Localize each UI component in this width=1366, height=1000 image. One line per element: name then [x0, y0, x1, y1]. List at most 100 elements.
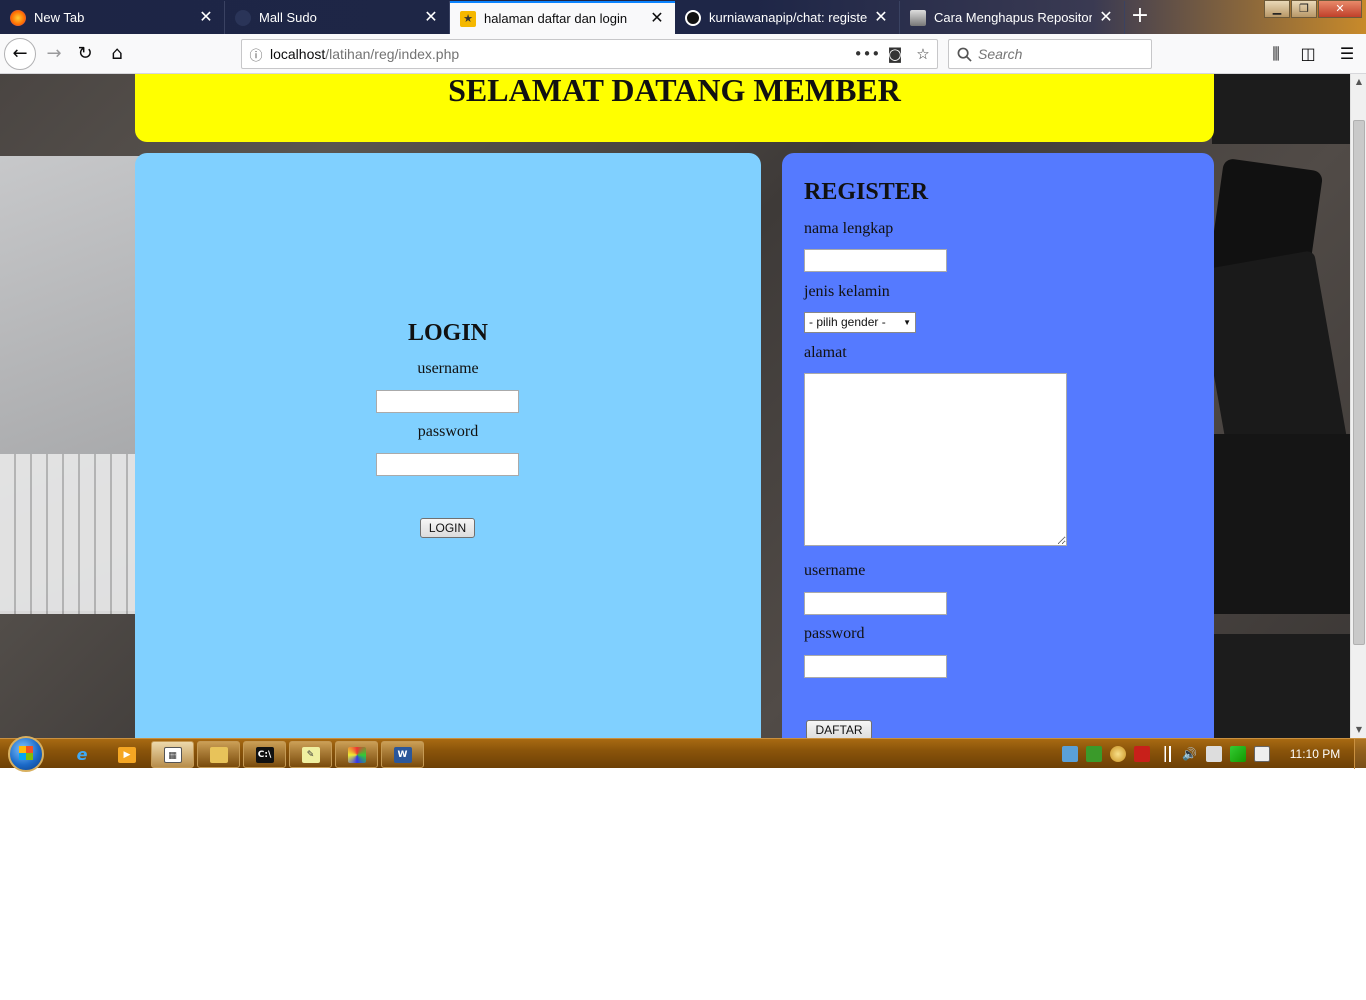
login-panel: LOGIN username password LOGIN [135, 153, 761, 738]
taskbar-calendar-app[interactable]: ▦ [151, 741, 194, 768]
register-username-label: username [804, 562, 866, 579]
reload-icon[interactable]: ↻ [71, 40, 99, 68]
register-password-field[interactable] [804, 655, 947, 678]
windows-taskbar: e ▶ ▦ C:\ ✎ W 🔊 11:10 PM [0, 736, 1366, 772]
restore-button[interactable]: ❐ [1291, 0, 1317, 18]
home-icon[interactable]: ⌂ [103, 40, 131, 68]
signal-icon[interactable] [1158, 746, 1174, 762]
taskbar-paint[interactable] [335, 741, 378, 768]
site-icon: ★ [460, 10, 476, 27]
pdf-icon[interactable] [1134, 746, 1150, 762]
page-icon [235, 9, 251, 26]
show-desktop-button[interactable] [1354, 739, 1366, 769]
taskbar-word[interactable]: W [381, 741, 424, 768]
address-textarea[interactable] [804, 373, 1067, 546]
page-scrollbar[interactable]: ▲ ▼ [1350, 74, 1366, 738]
tab-new-tab[interactable]: New Tab ✕ [0, 1, 225, 34]
tab-title: halaman daftar dan login [484, 11, 628, 26]
tab-github[interactable]: kurniawanapip/chat: register,lo ✕ [675, 1, 900, 34]
close-icon[interactable]: ✕ [198, 9, 214, 26]
avatar-icon [910, 9, 926, 26]
login-username-label: username [417, 360, 479, 377]
battery-icon[interactable] [1254, 746, 1270, 762]
url-path: /latihan/reg/index.php [325, 46, 460, 62]
login-title: LOGIN [407, 320, 488, 346]
fullname-label: nama lengkap [804, 220, 894, 237]
tab-cara-menghapus[interactable]: Cara Menghapus Repository Di ✕ [900, 1, 1125, 34]
navigation-toolbar: ← → ↻ ⌂ ⓘ localhost/latihan/reg/index.ph… [0, 34, 1366, 74]
notepad-icon: ✎ [301, 746, 320, 763]
library-icon[interactable]: ⫼ [1264, 42, 1288, 66]
back-arrow-icon[interactable]: ← [4, 38, 36, 70]
windows-logo-icon [19, 746, 33, 760]
tab-halaman-daftar[interactable]: ★ halaman daftar dan login ✕ [450, 1, 675, 34]
start-button[interactable] [8, 736, 44, 772]
paint-icon [347, 746, 366, 763]
taskbar-notepad[interactable]: ✎ [289, 741, 332, 768]
register-button[interactable]: DAFTAR [806, 720, 872, 738]
search-icon [957, 47, 972, 62]
terminal-icon: C:\ [255, 746, 274, 763]
address-bar[interactable]: ⓘ localhost/latihan/reg/index.php ••• ◙ … [241, 39, 938, 69]
tab-title: New Tab [34, 10, 85, 25]
register-username-field[interactable] [804, 592, 947, 615]
scroll-up-icon[interactable]: ▲ [1351, 74, 1366, 90]
menu-icon[interactable]: ☰ [1335, 42, 1359, 66]
media-player-icon[interactable]: ▶ [113, 741, 141, 768]
background-notebook-image [1200, 434, 1350, 614]
new-tab-button[interactable]: + [1126, 4, 1154, 30]
url-text[interactable]: localhost/latihan/reg/index.php [270, 46, 853, 62]
register-panel: REGISTER nama lengkap jenis kelamin - pi… [782, 153, 1214, 738]
sidebar-icon[interactable]: ◫ [1296, 42, 1320, 66]
search-input[interactable] [978, 46, 1138, 62]
register-password-label: password [804, 625, 865, 642]
gender-select[interactable]: - pilih gender - ▼ [804, 312, 916, 333]
display-icon[interactable] [1206, 746, 1222, 762]
pocket-icon[interactable]: ◙ [881, 45, 909, 63]
close-window-button[interactable]: ✕ [1318, 0, 1362, 18]
scrollbar-thumb[interactable] [1353, 120, 1365, 645]
register-title: REGISTER [804, 179, 929, 205]
address-label: alamat [804, 344, 847, 361]
close-icon[interactable]: ✕ [649, 10, 665, 27]
github-icon [685, 9, 701, 26]
triangle-app-icon[interactable] [1230, 746, 1246, 762]
folder-icon [209, 746, 228, 763]
page-viewport: SELAMAT DATANG MEMBER LOGIN username pas… [0, 74, 1350, 738]
system-tray: 🔊 [1062, 739, 1278, 769]
tab-title: kurniawanapip/chat: register,lo [709, 10, 867, 25]
fullname-field[interactable] [804, 249, 947, 272]
taskbar-file-explorer[interactable] [197, 741, 240, 768]
tab-title: Cara Menghapus Repository Di [934, 10, 1092, 25]
scroll-down-icon[interactable]: ▼ [1351, 722, 1366, 738]
gender-selected-value: - pilih gender - [809, 315, 886, 329]
tab-title: Mall Sudo [259, 10, 317, 25]
minimize-button[interactable]: ▁ [1264, 0, 1290, 18]
background-camera-image [1212, 74, 1350, 144]
cd-icon[interactable] [1110, 746, 1126, 762]
login-button[interactable]: LOGIN [420, 518, 475, 538]
login-username-field[interactable] [376, 390, 519, 413]
firefox-icon [10, 9, 26, 26]
background-keyboard-image [0, 454, 140, 614]
taskbar-command-prompt[interactable]: C:\ [243, 741, 286, 768]
close-icon[interactable]: ✕ [873, 9, 889, 26]
tab-mall-sudo[interactable]: Mall Sudo ✕ [225, 1, 450, 34]
login-password-field[interactable] [376, 453, 519, 476]
internet-explorer-icon[interactable]: e [68, 741, 96, 768]
close-icon[interactable]: ✕ [1098, 9, 1114, 26]
url-host: localhost [270, 46, 326, 62]
login-password-label: password [417, 423, 479, 440]
word-icon: W [393, 746, 412, 763]
forward-arrow-icon[interactable]: → [40, 40, 68, 68]
app-tray-icon[interactable] [1086, 746, 1102, 762]
close-icon[interactable]: ✕ [423, 9, 439, 26]
window-controls: ▁ ❐ ✕ [1263, 0, 1362, 18]
page-actions-icon[interactable]: ••• [853, 45, 881, 63]
search-bar[interactable] [948, 39, 1152, 69]
volume-icon[interactable]: 🔊 [1182, 746, 1198, 762]
taskbar-clock[interactable]: 11:10 PM [1282, 739, 1348, 769]
bookmark-star-icon[interactable]: ☆ [909, 45, 937, 63]
network-share-icon[interactable] [1062, 746, 1078, 762]
info-icon[interactable]: ⓘ [242, 45, 270, 64]
